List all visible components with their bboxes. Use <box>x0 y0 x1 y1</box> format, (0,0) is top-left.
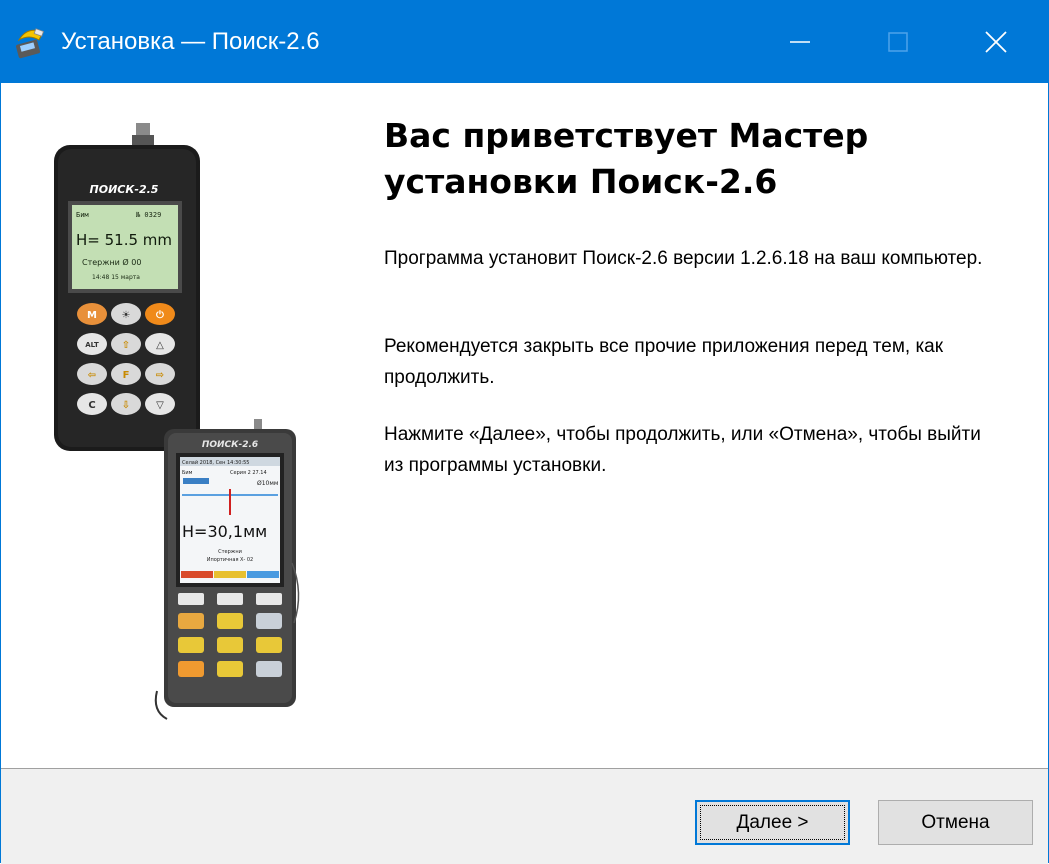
install-description: Программа установит Поиск-2.6 версии 1.2… <box>384 248 983 269</box>
device1-screen-value: H= 51.5 mm <box>76 231 172 249</box>
welcome-heading: Вас приветствует Мастер установки Поиск-… <box>384 116 869 201</box>
device1-key-tri-down: ▽ <box>156 400 164 411</box>
device1-key-tri-up: △ <box>156 340 164 351</box>
installer-window: Установка — Поиск-2.6 ПОИСК-2.5 Бим № 03… <box>0 0 1049 864</box>
device2-screen-line2: Бим <box>182 470 193 476</box>
device1-screen-line3: Стержни Ø 00 <box>82 257 141 267</box>
close-icon <box>985 30 1007 53</box>
device1-key-m: M <box>87 310 97 321</box>
device1-key-light: ☀ <box>122 310 131 321</box>
device2-screen-line6: Ипортичная Х- 02 <box>207 557 253 563</box>
device-poisk-2-5: ПОИСК-2.5 Бим № 0329 H= 51.5 mm Стержни … <box>54 123 200 451</box>
next-cancel-instructions: Нажмите «Далее», чтобы продолжить, или «… <box>384 424 981 476</box>
device1-key-left: ⇦ <box>88 370 96 381</box>
cancel-button[interactable]: Отмена <box>878 800 1033 845</box>
next-button[interactable]: Далее > <box>695 800 850 845</box>
device1-key-c: C <box>88 400 95 411</box>
setup-icon <box>16 28 44 59</box>
device2-screen-line1: Ceлай 2018, Сен 14:30:55 <box>182 459 249 466</box>
device2-screen-line4: Ø10мм <box>257 480 278 487</box>
next-button-focus-rect: Далее > <box>700 805 845 840</box>
device2-screen-line5: Стержни <box>218 549 242 555</box>
device2-screen-line3: Серия 2 27.14 <box>230 470 267 476</box>
cancel-button-label: Отмена <box>921 811 990 833</box>
device1-screen-line2: № 0329 <box>135 211 161 219</box>
close-apps-recommendation: Рекомендуется закрыть все прочие приложе… <box>384 336 944 388</box>
device1-key-down: ⇩ <box>122 400 130 411</box>
device1-key-right: ⇨ <box>156 370 164 381</box>
next-button-label: алее > <box>749 811 809 833</box>
device1-key-power: ⏻ <box>156 309 164 321</box>
close-button[interactable] <box>956 0 1036 83</box>
device-illustration: ПОИСК-2.5 Бим № 0329 H= 51.5 mm Стержни … <box>54 123 300 720</box>
device1-key-up: ⇧ <box>122 340 130 351</box>
window-title: Установка — Поиск-2.6 <box>61 28 320 55</box>
next-button-hotkey: Д <box>736 811 750 833</box>
minimize-button[interactable] <box>760 0 840 83</box>
device1-key-alt: ALT <box>85 341 99 349</box>
title-bar[interactable]: Установка — Поиск-2.6 <box>1 0 1048 83</box>
wizard-content: ПОИСК-2.5 Бим № 0329 H= 51.5 mm Стержни … <box>1 83 1048 768</box>
device1-key-f: F <box>123 370 130 381</box>
device2-brand: ПОИСК-2.6 <box>202 440 258 450</box>
maximize-icon <box>888 31 908 52</box>
device1-brand: ПОИСК-2.5 <box>90 183 159 196</box>
minimize-icon <box>790 40 810 43</box>
device2-screen-value: H=30,1мм <box>182 522 267 541</box>
button-bar: Далее > Отмена <box>1 768 1048 864</box>
device-poisk-2-6: ПОИСК-2.6 Ceлай 2018, Сен 14:30:55 Бим С… <box>154 419 300 720</box>
device1-screen-line1: Бим <box>76 211 89 219</box>
device1-screen-line4: 14:48 15 марта <box>92 274 140 281</box>
maximize-button[interactable] <box>858 0 938 83</box>
